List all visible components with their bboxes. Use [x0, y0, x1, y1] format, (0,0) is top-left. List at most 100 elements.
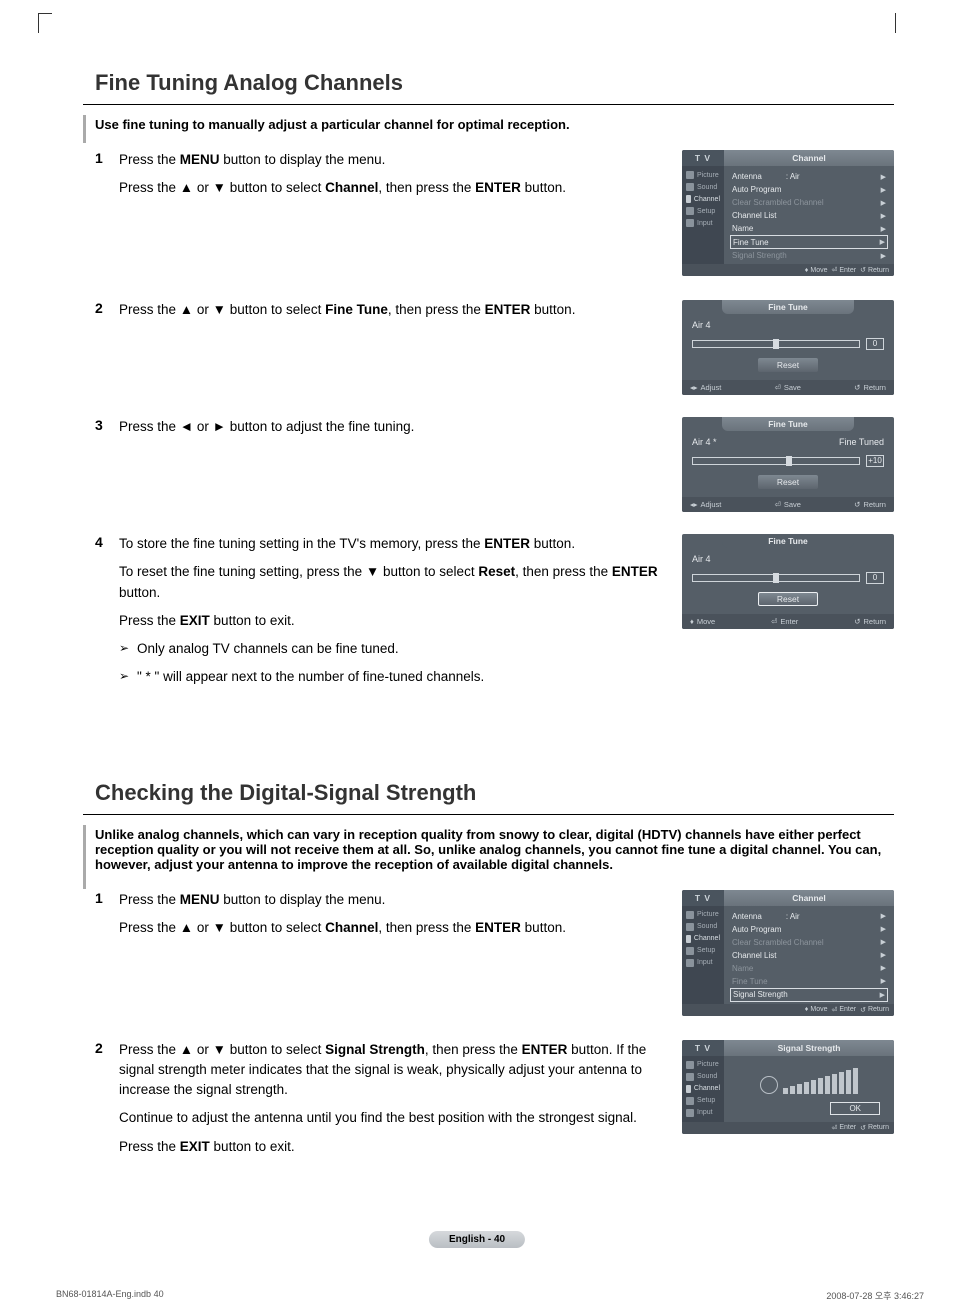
osd-side-picture: Picture: [682, 1059, 724, 1071]
osd-menu-item: Fine Tune▶: [730, 235, 888, 249]
osd-side-setup: Setup: [682, 945, 724, 957]
osd-main: Antenna: Air▶Auto Program▶Clear Scramble…: [724, 906, 894, 1004]
osd-side-setup: Setup: [682, 205, 724, 217]
osd-side-sound: Sound: [682, 1071, 724, 1083]
osd-side-picture: Picture: [682, 909, 724, 921]
signal-bar: [811, 1080, 816, 1094]
osd-side-label: Sound: [697, 184, 717, 191]
osd-side-input: Input: [682, 1107, 724, 1119]
osd-channel-label: Air 4 *Fine Tuned: [692, 437, 884, 447]
section-intro: Unlike analog channels, which can vary i…: [95, 827, 894, 872]
steps-list: 1 Press the MENU button to display the m…: [95, 150, 894, 696]
step-body: Press the MENU button to display the men…: [119, 150, 682, 207]
osd-side-icon: [686, 935, 691, 943]
step-number: 3: [95, 417, 119, 433]
signal-bar: [832, 1074, 837, 1094]
osd-side-label: Input: [697, 220, 713, 227]
osd-title: Signal Strength: [724, 1040, 894, 1056]
osd-finetune: Fine Tune Air 4 0 Reset ♦ Move ⏎ Enter ↺…: [682, 534, 894, 629]
chevron-right-icon: ▶: [881, 925, 886, 933]
intro-text: Unlike analog channels, which can vary i…: [95, 827, 881, 872]
signal-bar: [797, 1084, 802, 1094]
chevron-right-icon: ▶: [881, 225, 886, 233]
step-number: 2: [95, 300, 119, 316]
intro-text: Use fine tuning to manually adjust a par…: [95, 117, 570, 132]
page-number-badge: English - 40: [429, 1231, 525, 1248]
step-text: Press the ◄ or ► button to adjust the fi…: [119, 417, 668, 437]
step-number: 1: [95, 150, 119, 166]
osd-signal-strength: T V Signal Strength PictureSoundChannelS…: [682, 1040, 894, 1134]
osd-hint-enter: ⏎Enter: [832, 266, 857, 274]
osd-hint-adjust: ◂▸ Adjust: [690, 383, 721, 392]
osd-column: T V Signal Strength PictureSoundChannelS…: [682, 1040, 894, 1144]
osd-side-setup: Setup: [682, 1095, 724, 1107]
osd-footer: ◂▸ Adjust ⏎ Save ↺ Return: [682, 497, 894, 512]
slider-value: +10: [866, 455, 884, 467]
osd-hint-enter: ⏎Enter: [832, 1006, 857, 1014]
osd-item-label: Fine Tune: [733, 238, 769, 247]
osd-footer: ♦Move ⏎Enter ↺Return: [682, 264, 894, 276]
osd-side-label: Picture: [697, 911, 719, 918]
chevron-right-icon: ▶: [881, 964, 886, 972]
osd-title: Fine Tune: [722, 534, 854, 548]
osd-side-icon: [686, 1085, 691, 1093]
osd-footer: ♦Move ⏎Enter ↺Return: [682, 1004, 894, 1016]
section-intro: Use fine tuning to manually adjust a par…: [95, 117, 894, 132]
step-text: Continue to adjust the antenna until you…: [119, 1108, 668, 1128]
osd-menu-item: Name▶: [730, 222, 888, 235]
osd-title: Channel: [724, 890, 894, 906]
signal-bar: [790, 1086, 795, 1094]
osd-column: T V Channel PictureSoundChannelSetupInpu…: [682, 150, 894, 286]
print-date: 2008-07-28 오후 3:46:27: [826, 1289, 924, 1302]
updown-icon: ♦: [805, 1006, 809, 1013]
osd-hint-return: ↺ Return: [854, 383, 886, 392]
step-text: Press the MENU button to display the men…: [119, 890, 668, 910]
osd-channel-menu: T V Channel PictureSoundChannelSetupInpu…: [682, 890, 894, 1016]
step-body: To store the fine tuning setting in the …: [119, 534, 682, 696]
osd-side-icon: [686, 923, 694, 931]
crop-mark: [38, 13, 52, 33]
osd-hint-return: ↺ Return: [854, 617, 886, 626]
return-icon: ↺: [854, 383, 860, 392]
osd-menu-item: Fine Tune▶: [730, 975, 888, 988]
osd-menu-item: Channel List▶: [730, 209, 888, 222]
osd-hint-move: ♦Move: [805, 266, 828, 274]
slider-track: [692, 457, 860, 465]
osd-item-label: Name: [732, 964, 753, 973]
divider: [83, 814, 894, 815]
signal-bar: [853, 1068, 858, 1094]
divider: [83, 104, 894, 105]
step-text: Press the EXIT button to exit.: [119, 611, 668, 631]
osd-item-label: Auto Program: [732, 185, 781, 194]
osd-channel-menu: T V Channel PictureSoundChannelSetupInpu…: [682, 150, 894, 276]
osd-menu-item: Signal Strength▶: [730, 249, 888, 262]
osd-column: Fine Tune Air 4 *Fine Tuned +10 Reset ◂▸…: [682, 417, 894, 520]
osd-side-channel: Channel: [682, 1083, 724, 1095]
accent-bar: [83, 825, 86, 889]
osd-menu-item: Clear Scrambled Channel▶: [730, 196, 888, 209]
osd-side-picture: Picture: [682, 169, 724, 181]
step-number: 4: [95, 534, 119, 550]
osd-side-channel: Channel: [682, 193, 724, 205]
crop-mark: [882, 13, 896, 33]
signal-meter: [732, 1066, 886, 1094]
steps-list: 1 Press the MENU button to display the m…: [95, 890, 894, 1165]
osd-item-label: Fine Tune: [732, 977, 768, 986]
osd-side-label: Picture: [697, 172, 719, 179]
osd-header: T V Channel: [682, 890, 894, 906]
osd-side-icon: [686, 1109, 694, 1117]
osd-hint-return: ↺ Return: [854, 500, 886, 509]
osd-slider: 0: [692, 338, 884, 350]
osd-item-label: Signal Strength: [733, 990, 788, 999]
return-icon: ↺: [854, 617, 860, 626]
osd-item-label: Signal Strength: [732, 251, 787, 260]
osd-side-label: Sound: [697, 923, 717, 930]
osd-title: Channel: [724, 150, 894, 166]
step-number: 2: [95, 1040, 119, 1056]
enter-icon: ⏎: [771, 617, 777, 626]
osd-side-input: Input: [682, 217, 724, 229]
osd-side-label: Setup: [697, 208, 715, 215]
osd-side-icon: [686, 219, 694, 227]
osd-menu-item: Antenna: Air▶: [730, 910, 888, 923]
step-row: 2 Press the ▲ or ▼ button to select Sign…: [95, 1040, 894, 1165]
